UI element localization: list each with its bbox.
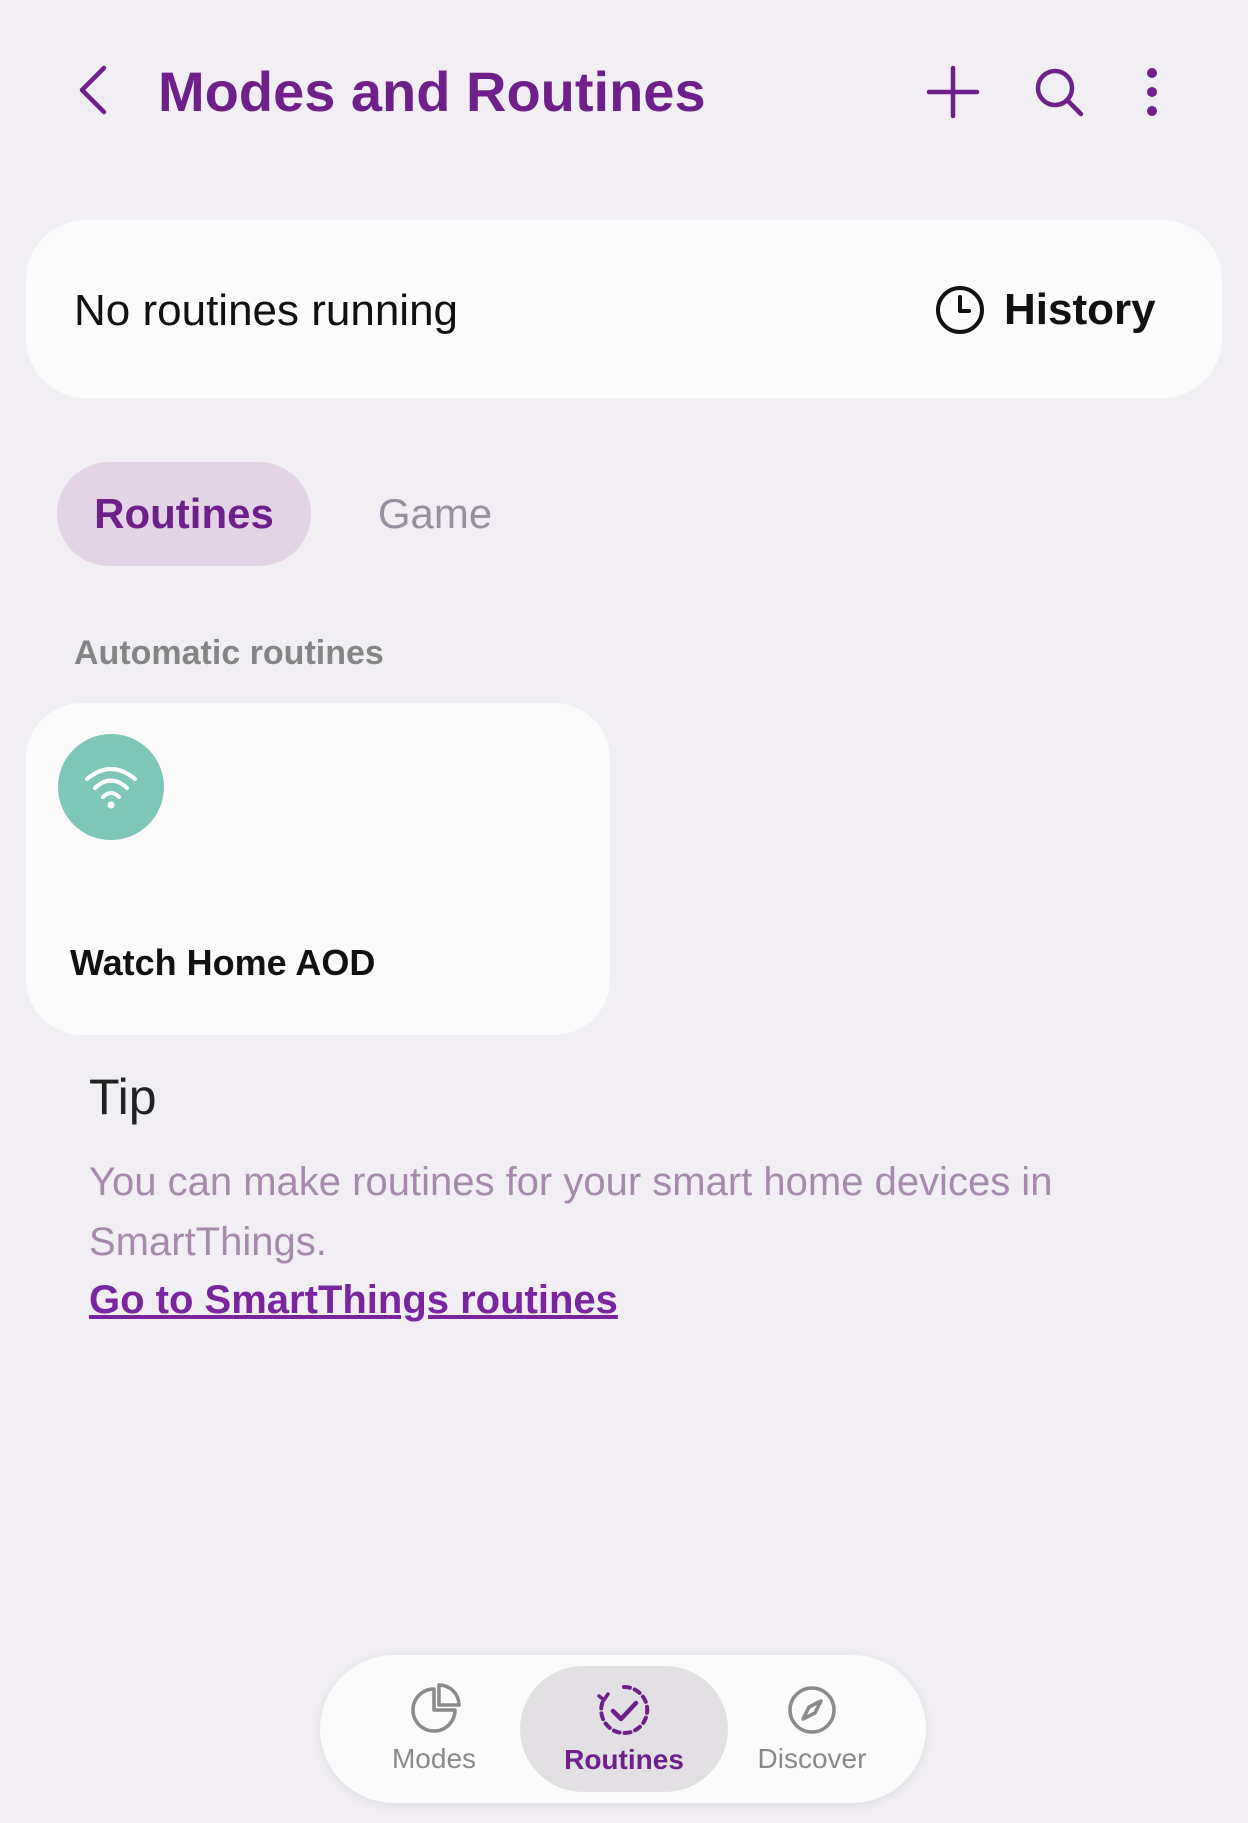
back-arrow-icon (79, 65, 107, 115)
search-icon (1035, 68, 1084, 117)
routine-icon-badge (58, 734, 164, 840)
history-label: History (1004, 285, 1156, 334)
section-automatic-routines: Automatic routines (74, 634, 384, 672)
nav-label-discover: Discover (757, 1743, 867, 1774)
compass-icon (788, 1686, 836, 1734)
status-text: No routines running (74, 286, 459, 335)
tip-body: You can make routines for your smart hom… (89, 1160, 1053, 1264)
add-routine-button[interactable] (917, 56, 989, 128)
nav-item-discover[interactable]: Discover (742, 1667, 882, 1791)
routines-icon (597, 1684, 650, 1735)
clock-icon (936, 286, 984, 334)
nav-item-modes[interactable]: Modes (376, 1667, 492, 1791)
more-vertical-icon (1147, 68, 1157, 116)
plus-icon (926, 65, 980, 119)
tip-title: Tip (89, 1069, 157, 1125)
back-button[interactable] (62, 52, 126, 128)
smartthings-routines-link[interactable]: Go to SmartThings routines (89, 1278, 618, 1323)
nav-label-modes: Modes (391, 1743, 477, 1774)
routine-name: Watch Home AOD (70, 942, 376, 983)
wifi-icon (85, 767, 137, 809)
tab-game[interactable]: Game (340, 462, 530, 566)
page-title: Modes and Routines (158, 60, 706, 123)
search-button[interactable] (1023, 56, 1095, 128)
modes-icon (411, 1683, 461, 1733)
tab-routines[interactable]: Routines (57, 462, 311, 566)
nav-label-routines: Routines (564, 1744, 684, 1775)
history-button[interactable]: History (934, 274, 1156, 346)
more-options-button[interactable] (1116, 56, 1188, 128)
nav-item-routines[interactable]: Routines (544, 1667, 704, 1791)
